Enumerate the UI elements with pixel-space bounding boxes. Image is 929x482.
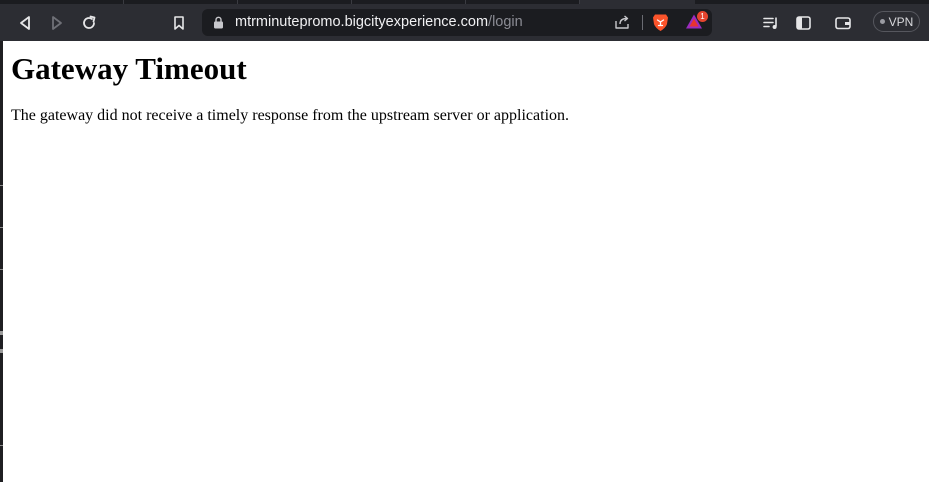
forward-arrow-icon (52, 15, 62, 30)
browser-toolbar: mtrminutepromo.bigcityexperience.com/log… (0, 4, 929, 41)
wallet-icon (835, 16, 851, 29)
share-icon[interactable] (614, 14, 631, 30)
browser-window: mtrminutepromo.bigcityexperience.com/log… (0, 0, 929, 482)
reload-icon (83, 15, 96, 29)
bookmark-button[interactable] (166, 4, 192, 41)
sidebar-toggle-button[interactable] (790, 4, 816, 41)
sidebar-icon (795, 15, 811, 30)
vpn-status-dot (879, 19, 885, 24)
playlist-button[interactable] (758, 4, 784, 41)
back-arrow-icon (20, 15, 30, 30)
lock-icon[interactable] (213, 16, 224, 29)
reload-button[interactable] (76, 4, 102, 41)
back-button[interactable] (12, 4, 38, 41)
url-text[interactable]: mtrminutepromo.bigcityexperience.com/log… (235, 9, 523, 36)
rewards-badge: 1 (697, 11, 708, 22)
playlist-icon (762, 17, 777, 29)
forward-button[interactable] (44, 4, 70, 41)
page-title: Gateway Timeout (11, 51, 247, 86)
url-path: /login (488, 14, 523, 30)
vpn-label: VPN (888, 14, 914, 29)
address-bar[interactable]: mtrminutepromo.bigcityexperience.com/log… (202, 9, 712, 36)
bookmark-icon (174, 15, 184, 30)
wallet-button[interactable] (830, 4, 856, 41)
page-content: Gateway Timeout The gateway did not rece… (3, 41, 929, 482)
address-bar-divider (642, 15, 643, 30)
vpn-button[interactable]: VPN (873, 11, 920, 32)
brave-lion-icon[interactable] (652, 13, 669, 32)
url-host: mtrminutepromo.bigcityexperience.com (235, 14, 489, 30)
error-message: The gateway did not receive a timely res… (11, 107, 570, 124)
